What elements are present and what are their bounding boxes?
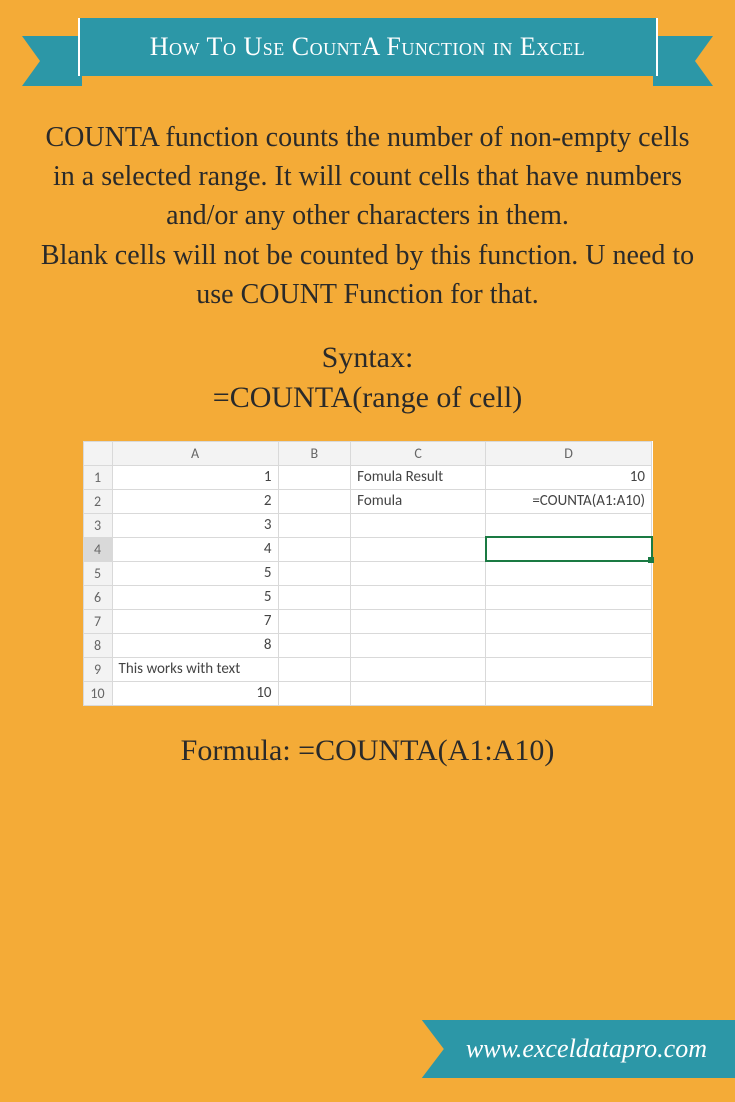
ribbon-tail-right xyxy=(653,36,713,86)
infographic-page: How To Use CountA Function in Excel COUN… xyxy=(0,0,735,1102)
page-title: How To Use CountA Function in Excel xyxy=(78,18,658,76)
table-row: 8 8 xyxy=(83,633,652,657)
table-row: 1 1 Fomula Result 10 xyxy=(83,465,652,489)
cell-a4: 4 xyxy=(112,537,278,561)
cell-a8: 8 xyxy=(112,633,278,657)
cell-d10 xyxy=(486,681,652,705)
cell-b2 xyxy=(278,489,351,513)
cell-c2: Fomula xyxy=(351,489,486,513)
ribbon-tail-left xyxy=(22,36,82,86)
cell-b3 xyxy=(278,513,351,537)
title-ribbon: How To Use CountA Function in Excel xyxy=(0,0,735,88)
row-header: 9 xyxy=(83,657,112,681)
cell-b1 xyxy=(278,465,351,489)
cell-d5 xyxy=(486,561,652,585)
table-row: 9 This works with text xyxy=(83,657,652,681)
row-header: 1 xyxy=(83,465,112,489)
cell-d4-selected xyxy=(486,537,652,561)
table-row: 5 5 xyxy=(83,561,652,585)
cell-d9 xyxy=(486,657,652,681)
cell-c6 xyxy=(351,585,486,609)
cell-c7 xyxy=(351,609,486,633)
cell-d6 xyxy=(486,585,652,609)
table-row: 3 3 xyxy=(83,513,652,537)
row-header: 10 xyxy=(83,681,112,705)
formula-example: Formula: =COUNTA(A1:A10) xyxy=(0,734,735,768)
cell-a9: This works with text xyxy=(112,657,278,681)
cell-b10 xyxy=(278,681,351,705)
cell-c8 xyxy=(351,633,486,657)
row-header: 6 xyxy=(83,585,112,609)
syntax-value: =COUNTA(range of cell) xyxy=(0,378,735,419)
table-row: 7 7 xyxy=(83,609,652,633)
excel-screenshot: A B C D 1 1 Fomula Result 10 2 2 Fomula … xyxy=(83,441,653,706)
para-1: COUNTA function counts the number of non… xyxy=(40,118,695,236)
cell-d7 xyxy=(486,609,652,633)
cell-c5 xyxy=(351,561,486,585)
col-header-a: A xyxy=(112,441,278,465)
cell-a2: 2 xyxy=(112,489,278,513)
syntax-block: Syntax: =COUNTA(range of cell) xyxy=(0,338,735,419)
cell-d2: =COUNTA(A1:A10) xyxy=(486,489,652,513)
cell-d1: 10 xyxy=(486,465,652,489)
cell-a5: 5 xyxy=(112,561,278,585)
para-2: Blank cells will not be counted by this … xyxy=(40,236,695,314)
col-header-c: C xyxy=(351,441,486,465)
cell-d3 xyxy=(486,513,652,537)
row-header: 5 xyxy=(83,561,112,585)
cell-b7 xyxy=(278,609,351,633)
excel-header-row: A B C D xyxy=(83,441,652,465)
select-all-corner xyxy=(83,441,112,465)
table-row: 2 2 Fomula =COUNTA(A1:A10) xyxy=(83,489,652,513)
cell-c9 xyxy=(351,657,486,681)
cell-b4 xyxy=(278,537,351,561)
table-row: 6 5 xyxy=(83,585,652,609)
col-header-d: D xyxy=(486,441,652,465)
cell-b9 xyxy=(278,657,351,681)
row-header: 8 xyxy=(83,633,112,657)
cell-b5 xyxy=(278,561,351,585)
syntax-label: Syntax: xyxy=(0,338,735,379)
footer-url-ribbon: www.exceldatapro.com xyxy=(422,1020,735,1078)
table-row: 10 10 xyxy=(83,681,652,705)
row-header: 2 xyxy=(83,489,112,513)
cell-c3 xyxy=(351,513,486,537)
cell-a3: 3 xyxy=(112,513,278,537)
row-header: 3 xyxy=(83,513,112,537)
cell-a1: 1 xyxy=(112,465,278,489)
cell-b6 xyxy=(278,585,351,609)
cell-a6: 5 xyxy=(112,585,278,609)
cell-d8 xyxy=(486,633,652,657)
cell-c1: Fomula Result xyxy=(351,465,486,489)
row-header-active: 4 xyxy=(83,537,112,561)
cell-c10 xyxy=(351,681,486,705)
cell-a7: 7 xyxy=(112,609,278,633)
cell-b8 xyxy=(278,633,351,657)
table-row: 4 4 xyxy=(83,537,652,561)
col-header-b: B xyxy=(278,441,351,465)
cell-c4 xyxy=(351,537,486,561)
cell-a10: 10 xyxy=(112,681,278,705)
description-text: COUNTA function counts the number of non… xyxy=(40,118,695,314)
row-header: 7 xyxy=(83,609,112,633)
